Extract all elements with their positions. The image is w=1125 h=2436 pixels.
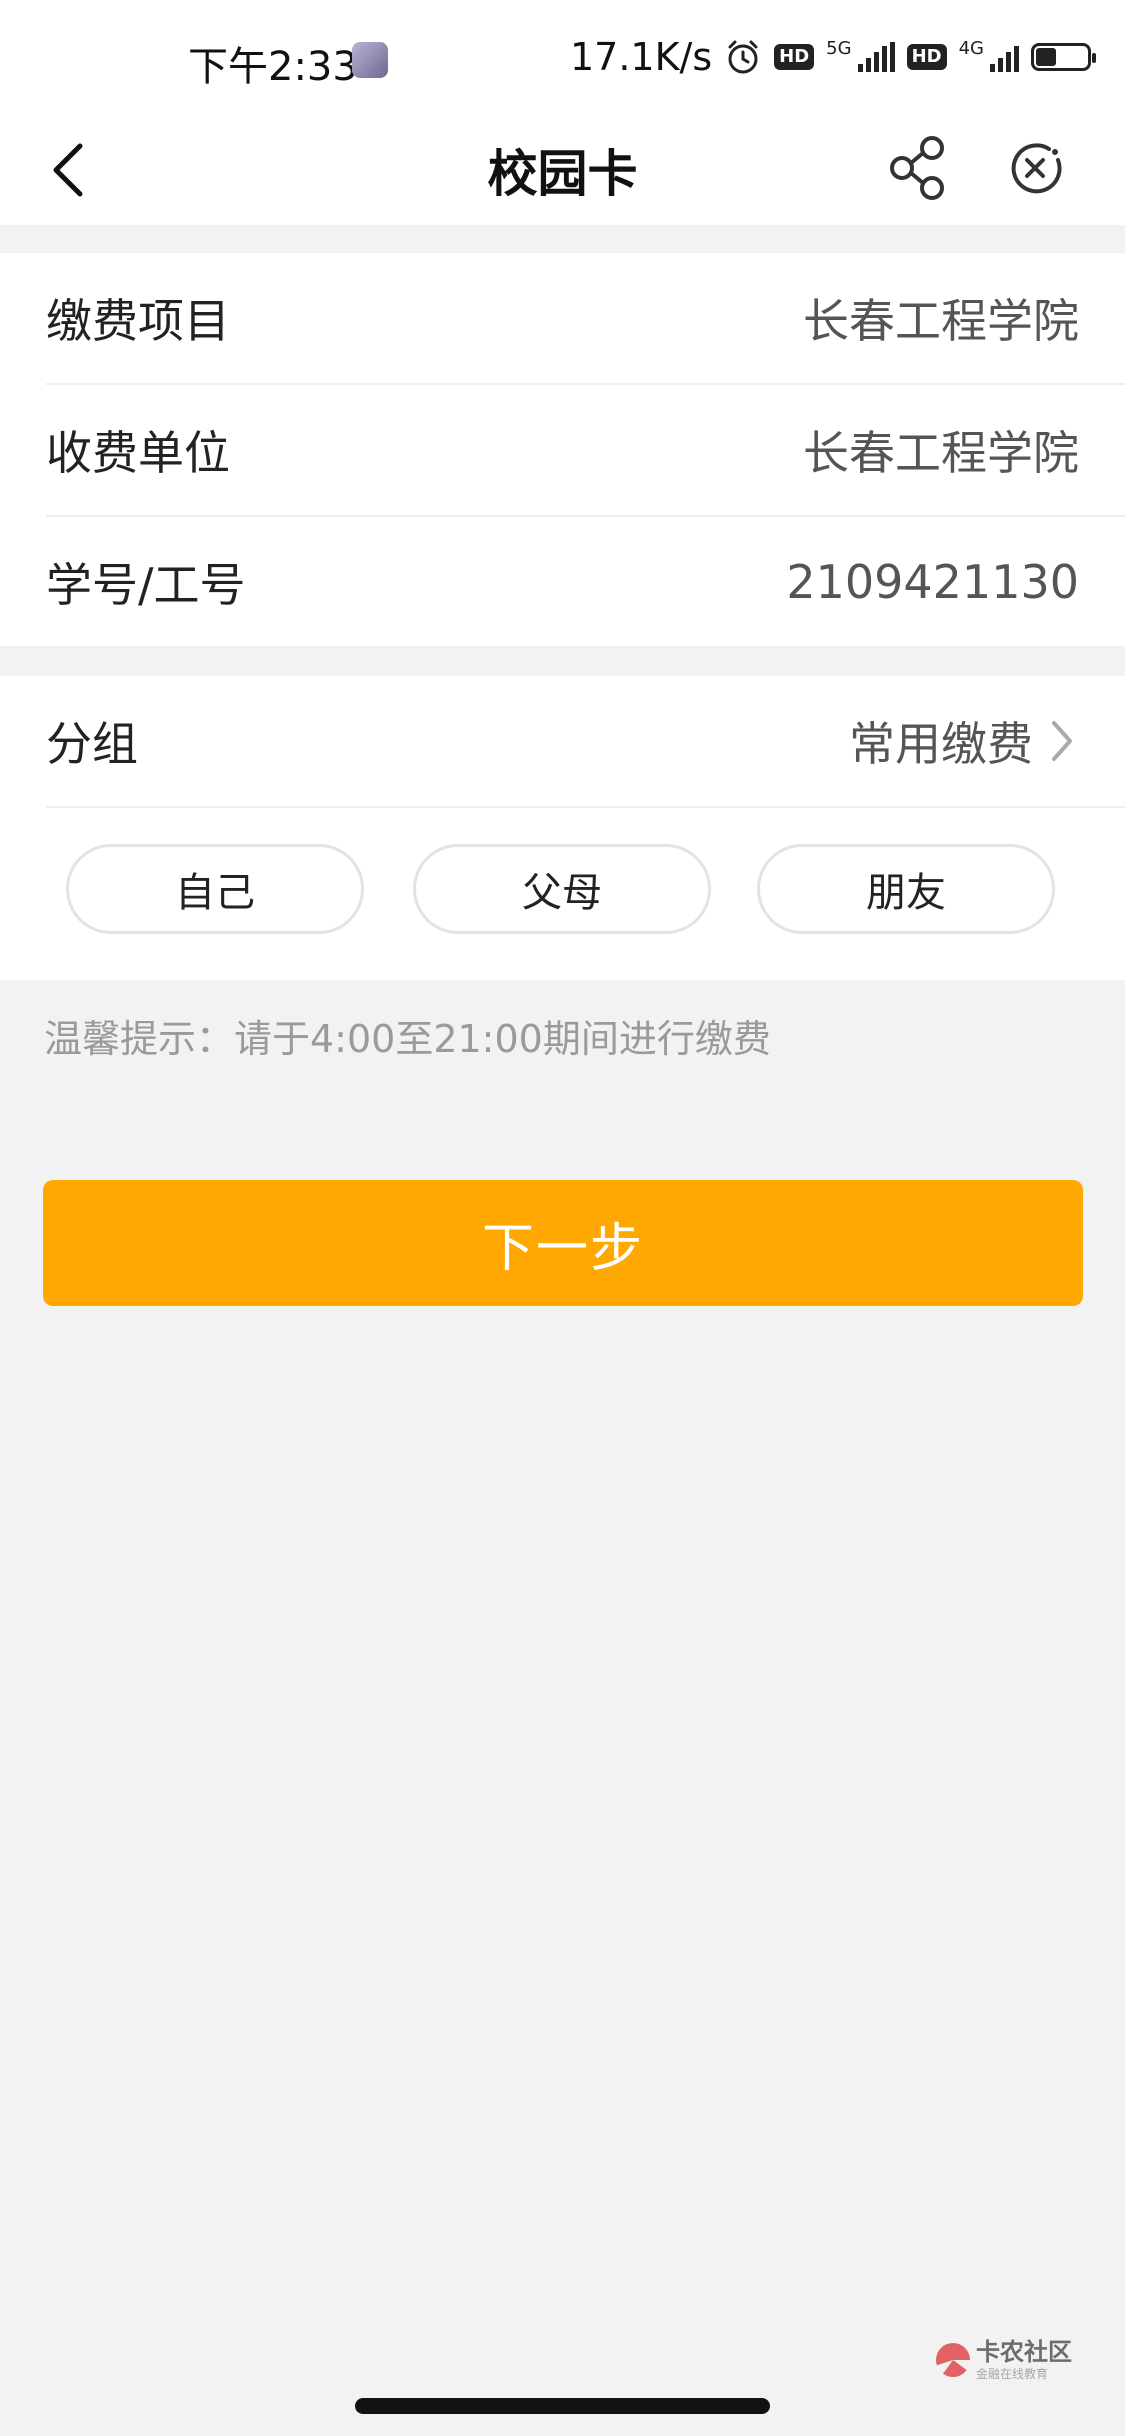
notification-avatar-icon	[352, 42, 388, 78]
hd-badge: HD	[774, 44, 815, 70]
payee-label: 收费单位	[46, 426, 230, 480]
payee-value: 长春工程学院	[803, 426, 1079, 480]
net-speed: 17.1K/s	[570, 35, 713, 79]
chip-self[interactable]: 自己	[66, 844, 364, 934]
battery-icon	[1030, 43, 1096, 71]
signal-4g-icon	[989, 42, 1019, 72]
network-5g-label: 5G	[826, 37, 852, 59]
group-value: 常用缴费	[849, 717, 1033, 771]
hd-badge-2: HD	[906, 44, 947, 70]
group-chips: 自己 父母 朋友	[0, 844, 1125, 938]
alarm-icon	[724, 38, 762, 76]
next-step-button[interactable]: 下一步	[43, 1180, 1083, 1306]
network-4g-label: 4G	[958, 37, 984, 59]
student-id-label: 学号/工号	[46, 558, 246, 612]
chip-friends[interactable]: 朋友	[757, 844, 1055, 934]
nav-header: 校园卡	[0, 120, 1125, 225]
payment-item-row: 缴费项目 长春工程学院	[46, 253, 1125, 383]
status-indicators: 17.1K/s HD 5G HD 4G	[570, 32, 1096, 82]
watermark-subtext: 金融在线教育	[976, 2367, 1049, 2381]
watermark-logo-icon	[936, 2343, 970, 2377]
group-selector[interactable]: 分组 常用缴费	[46, 676, 1125, 806]
group-label: 分组	[46, 717, 138, 771]
payment-item-value: 长春工程学院	[803, 294, 1079, 348]
chevron-right-icon	[1052, 721, 1072, 761]
payee-row: 收费单位 长春工程学院	[46, 385, 1125, 515]
share-icon	[890, 136, 944, 200]
home-indicator[interactable]	[355, 2398, 770, 2414]
group-card: 分组 常用缴费 自己 父母 朋友	[0, 676, 1125, 980]
status-time: 下午2:33	[188, 44, 358, 90]
student-id-value: 2109421130	[786, 555, 1079, 609]
close-circle-icon	[1011, 143, 1062, 194]
status-bar: 下午2:33 17.1K/s HD 5G HD 4G	[0, 0, 1125, 120]
signal-5g-icon	[857, 42, 895, 72]
share-button[interactable]	[882, 128, 952, 208]
watermark: 卡农社区 金融在线教育	[936, 2340, 1072, 2380]
student-id-row: 学号/工号 2109421130	[46, 517, 1125, 647]
divider	[46, 806, 1125, 808]
watermark-text: 卡农社区	[976, 2338, 1072, 2366]
close-button[interactable]	[1003, 130, 1069, 206]
payment-item-label: 缴费项目	[46, 294, 230, 348]
payment-tip: 温馨提示：请于4:00至21:00期间进行缴费	[44, 1017, 771, 1061]
payment-info-card: 缴费项目 长春工程学院 收费单位 长春工程学院 学号/工号 2109421130	[0, 253, 1125, 646]
page-title: 校园卡	[487, 145, 638, 203]
chip-parents[interactable]: 父母	[413, 844, 711, 934]
